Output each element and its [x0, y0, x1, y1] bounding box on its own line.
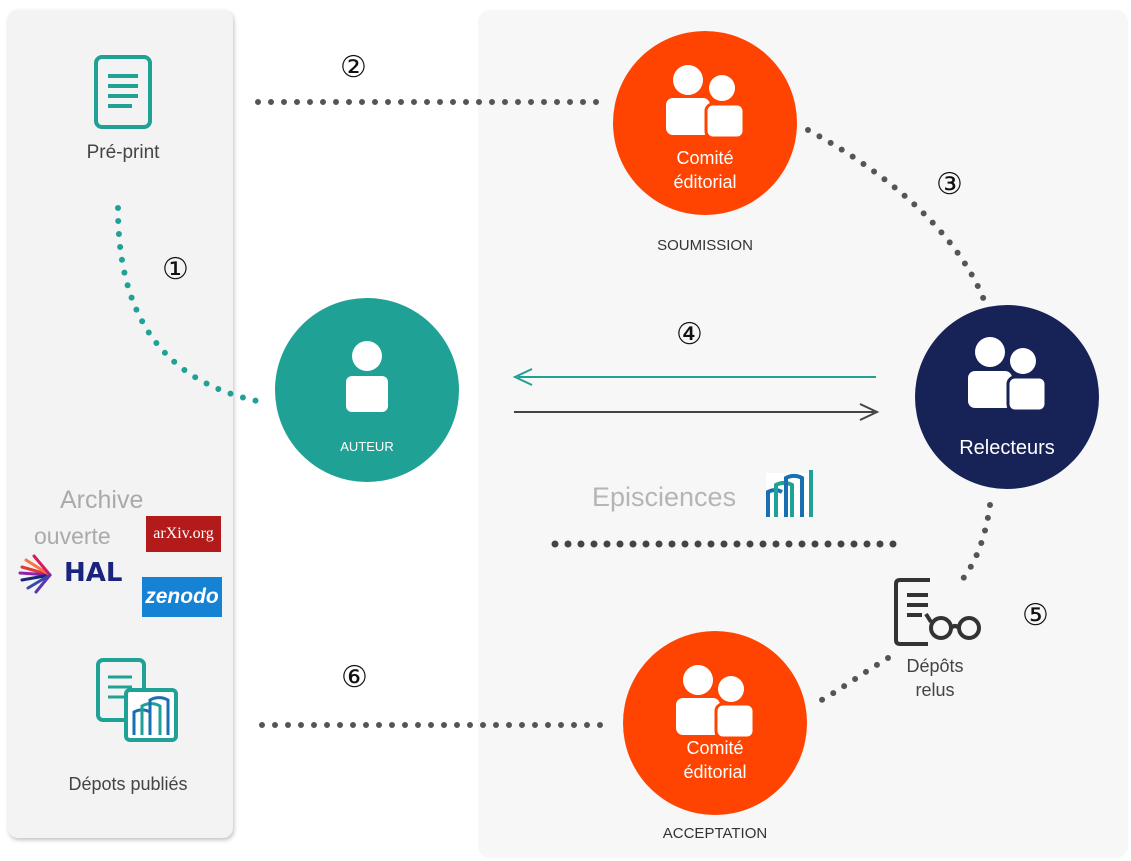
- workflow-connectors: [18, 31, 1099, 815]
- archive-title-line1: Archive: [60, 486, 144, 514]
- step-5b-connector: [815, 655, 891, 705]
- step-4-number: ④: [676, 317, 703, 352]
- comite-soumission-label-line2: éditorial: [673, 172, 737, 192]
- step-3-connector: [805, 127, 987, 303]
- depots-publies-label: Dépots publiés: [68, 774, 188, 794]
- acceptation-caption: ACCEPTATION: [662, 825, 768, 842]
- comite-acceptation-label-line1: Comité: [686, 738, 744, 758]
- soumission-caption: SOUMISSION: [657, 237, 753, 254]
- comite-acceptation-label-line2: éditorial: [683, 762, 747, 782]
- zenodo-logo: zenodo: [142, 577, 222, 617]
- auteur-label: AUTEUR: [340, 439, 394, 454]
- episciences-label: Episciences: [592, 482, 737, 512]
- step-5-number: ⑤: [1022, 598, 1049, 633]
- archive-title-line2: ouverte: [34, 523, 111, 549]
- depots-relus-label-line2: relus: [915, 680, 955, 700]
- step-5-connector: [955, 502, 993, 588]
- depots-relus-label-line1: Dépôts: [906, 656, 964, 676]
- hal-logo-icon: [18, 554, 52, 594]
- hal-logo: HAL: [64, 558, 123, 588]
- episciences-logo-icon: [766, 470, 814, 517]
- relecteurs-label: Relecteurs: [959, 437, 1055, 459]
- step-2-number: ②: [340, 50, 367, 85]
- step-1-number: ①: [162, 252, 189, 287]
- arxiv-logo: arXiv.org: [146, 516, 221, 552]
- step-1-connector: [115, 205, 265, 405]
- comite-soumission-label-line1: Comité: [676, 148, 734, 168]
- preprint-label: Pré-print: [86, 142, 160, 163]
- document-icon: [94, 55, 152, 129]
- step-6-number: ⑥: [341, 660, 368, 695]
- step-4-arrow-to-author: [512, 368, 876, 386]
- document-glasses-icon: [894, 578, 981, 646]
- step-3-number: ③: [936, 167, 963, 202]
- published-documents-icon: [96, 658, 178, 742]
- step-4-arrow-to-reviewers: [514, 403, 880, 421]
